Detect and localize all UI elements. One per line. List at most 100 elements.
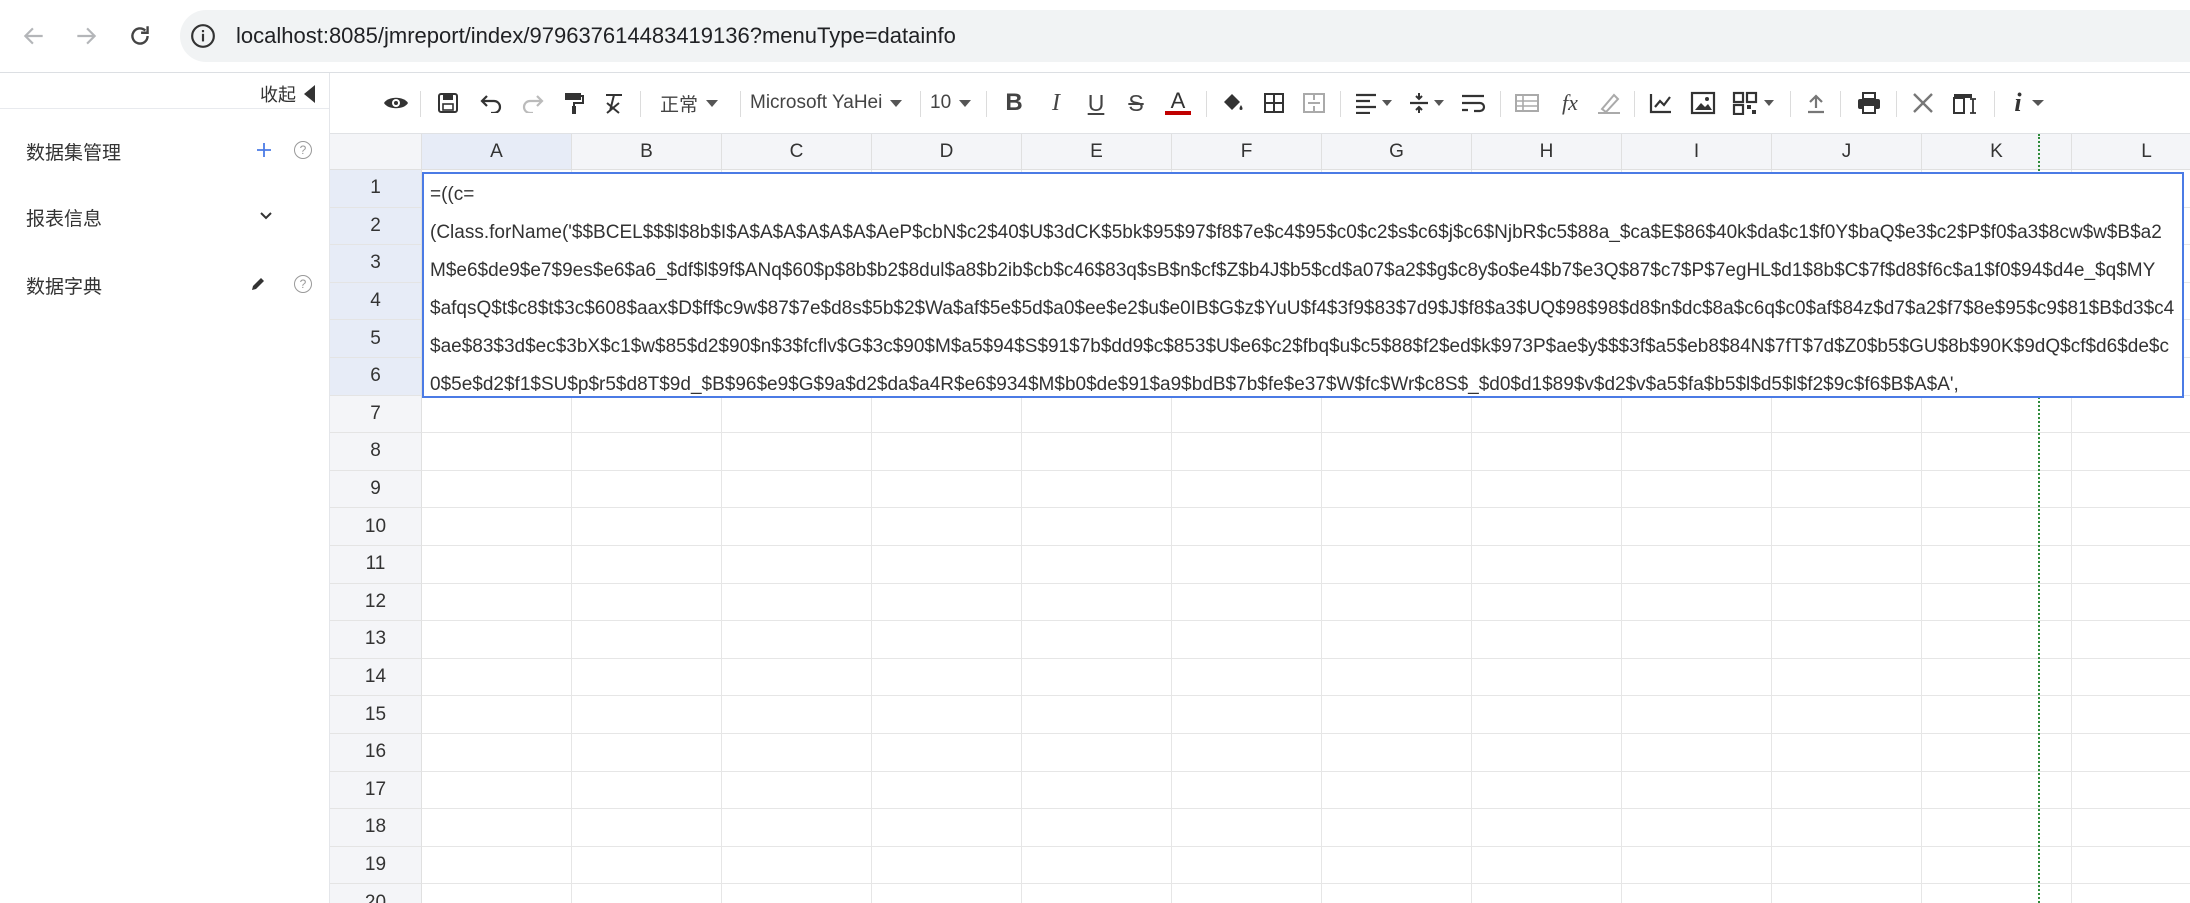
column-header-d[interactable]: D [872, 134, 1022, 170]
row-header-10[interactable]: 10 [330, 508, 422, 546]
bold-icon[interactable]: B [1002, 89, 1026, 117]
caret-down-icon [706, 99, 719, 107]
row-header-20[interactable]: 20 [330, 884, 422, 903]
grid-line [422, 808, 2190, 810]
formula-icon[interactable]: fx [1558, 89, 1582, 117]
row-header-7[interactable]: 7 [330, 395, 422, 434]
column-header-e[interactable]: E [1022, 134, 1172, 170]
row-header-11[interactable]: 11 [330, 546, 422, 584]
divider [1994, 91, 1995, 117]
column-header-f[interactable]: F [1172, 134, 1322, 170]
address-bar[interactable]: localhost:8085/jmreport/index/9796376144… [180, 10, 2190, 62]
row-header-2[interactable]: 2 [330, 207, 422, 246]
help-icon[interactable]: ? [291, 272, 315, 296]
save-icon[interactable] [436, 89, 460, 117]
row-header-14[interactable]: 14 [330, 658, 422, 697]
divider [1896, 91, 1897, 117]
font-color-icon[interactable]: A [1164, 89, 1192, 117]
undo-icon[interactable] [478, 89, 504, 117]
site-info-icon[interactable] [190, 23, 216, 49]
clear-icon[interactable] [1596, 89, 1622, 117]
pencil-icon[interactable] [246, 272, 270, 296]
column-header-h[interactable]: H [1472, 134, 1622, 170]
preview-eye-icon[interactable] [382, 89, 410, 117]
column-header-l[interactable]: L [2072, 134, 2190, 170]
chart-icon[interactable] [1648, 89, 1674, 117]
grid-line [422, 657, 2190, 659]
row-header-13[interactable]: 13 [330, 621, 422, 659]
grid-line [422, 620, 2190, 622]
url-text[interactable]: localhost:8085/jmreport/index/9796376144… [236, 22, 956, 50]
upload-icon[interactable] [1804, 89, 1828, 117]
underline-icon[interactable]: U [1084, 89, 1108, 117]
font-size-dropdown[interactable]: 10 [930, 87, 972, 119]
info-icon[interactable]: i [2010, 88, 2050, 117]
help-icon[interactable]: ? [291, 138, 315, 162]
row-header-5[interactable]: 5 [330, 320, 422, 358]
row-header-18[interactable]: 18 [330, 809, 422, 847]
sidebar-item-label: 数据字典 [26, 277, 103, 298]
grid-line [422, 507, 2190, 509]
spreadsheet-grid[interactable]: A B C D E F G H I J K L 1 2 3 4 5 6 7 8 9 10 11 12 13 14 15 16 17 18 1… [330, 134, 2190, 903]
divider [1340, 91, 1341, 117]
grid-line [422, 432, 2190, 434]
text-wrap-icon[interactable] [1460, 89, 1486, 117]
report-toolbar: 正常 Microsoft YaHei 10 B I U S A fx i [330, 73, 2190, 134]
font-family-dropdown[interactable]: Microsoft YaHei [750, 87, 903, 119]
column-header-a[interactable]: A [422, 134, 572, 170]
column-header-b[interactable]: B [572, 134, 722, 170]
merge-cells-icon[interactable] [1302, 89, 1326, 117]
row-header-12[interactable]: 12 [330, 583, 422, 622]
row-header-15[interactable]: 15 [330, 696, 422, 734]
row-header-19[interactable]: 19 [330, 846, 422, 885]
valign-icon[interactable] [1408, 89, 1448, 117]
fill-color-icon[interactable] [1220, 89, 1246, 117]
italic-icon[interactable]: I [1044, 89, 1068, 117]
sidebar-item-dictionary[interactable]: 数据字典 ? [0, 264, 329, 304]
sidebar-item-dataset[interactable]: 数据集管理 ? [0, 130, 329, 170]
chevron-down-icon[interactable] [254, 204, 278, 228]
row-header-8[interactable]: 8 [330, 433, 422, 471]
row-header-3[interactable]: 3 [330, 245, 422, 283]
print-icon[interactable] [1856, 89, 1882, 117]
border-icon[interactable] [1262, 89, 1286, 117]
column-header-g[interactable]: G [1322, 134, 1472, 170]
column-header-i[interactable]: I [1622, 134, 1772, 170]
row-header-9[interactable]: 9 [330, 470, 422, 509]
plus-icon[interactable] [252, 138, 276, 162]
divider [1790, 91, 1791, 117]
divider [986, 91, 987, 117]
image-icon[interactable] [1690, 89, 1716, 117]
redo-icon[interactable] [520, 89, 546, 117]
sidebar-item-report-info[interactable]: 报表信息 [0, 196, 329, 236]
row-header-4[interactable]: 4 [330, 282, 422, 321]
grid-line [422, 770, 2190, 772]
format-dropdown[interactable]: 正常 [660, 87, 719, 119]
font-color-bar [1165, 111, 1191, 115]
column-header-j[interactable]: J [1772, 134, 1922, 170]
row-header-1[interactable]: 1 [330, 170, 422, 208]
paint-format-icon[interactable] [562, 89, 586, 117]
column-header-c[interactable]: C [722, 134, 872, 170]
strikethrough-icon[interactable]: S [1124, 89, 1148, 117]
cell-a1-editor[interactable]: =((c= (Class.forName('$$BCEL$$$l$8b$I$A$A… [422, 172, 2184, 398]
row-header-16[interactable]: 16 [330, 734, 422, 772]
cell-text-line: (Class.forName('$$BCEL$$$l$8b$I$A$A$A$A$… [430, 222, 2175, 395]
forward-arrow-icon[interactable] [68, 18, 104, 54]
divider [420, 91, 421, 117]
row-header-6[interactable]: 6 [330, 358, 422, 396]
grid-corner[interactable] [330, 134, 422, 170]
row-header-17[interactable]: 17 [330, 771, 422, 810]
grid-line [422, 469, 2190, 471]
freeze-icon[interactable] [1514, 89, 1540, 117]
layout-icon[interactable] [1952, 89, 1978, 117]
align-icon[interactable] [1354, 89, 1394, 117]
scissors-icon[interactable] [1910, 89, 1936, 117]
clear-format-icon[interactable] [602, 89, 626, 117]
reload-icon[interactable] [122, 18, 158, 54]
back-arrow-icon[interactable] [16, 18, 52, 54]
qrcode-icon[interactable] [1732, 89, 1778, 117]
grid-line [422, 695, 2190, 697]
column-header-k[interactable]: K [1922, 134, 2072, 170]
collapse-sidebar-button[interactable]: 收起 [260, 79, 315, 109]
